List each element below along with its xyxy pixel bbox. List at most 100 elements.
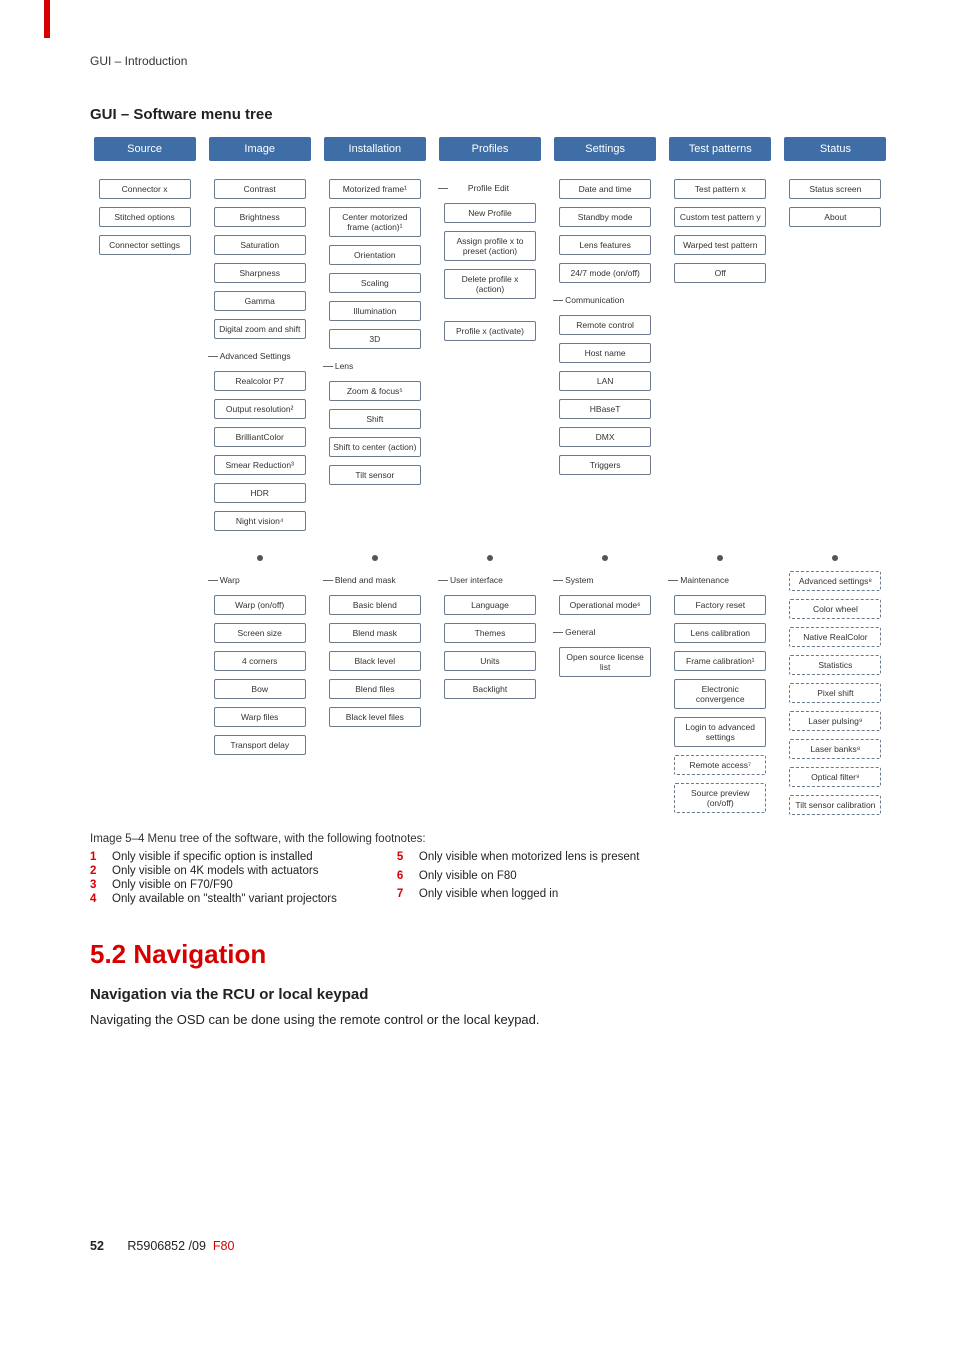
tree-node: Connector x bbox=[99, 179, 191, 199]
col-testpatterns-lower: Maintenance Factory reset Lens calibrati… bbox=[666, 549, 775, 823]
subgroup-label: Blend and mask bbox=[329, 571, 421, 591]
tree-node: BrilliantColor bbox=[214, 427, 306, 447]
footnote-number: 7 bbox=[397, 888, 413, 905]
tree-node: Native RealColor bbox=[789, 627, 881, 647]
model-name: F80 bbox=[213, 1239, 235, 1253]
page-footer: 52 R5906852 /09 F80 bbox=[90, 1239, 234, 1253]
section-title: GUI – Software menu tree bbox=[90, 106, 884, 123]
tree-node: Remote control bbox=[559, 315, 651, 335]
tree-node: Profile x (activate) bbox=[444, 321, 536, 341]
tree-node: Backlight bbox=[444, 679, 536, 699]
tree-node: Off bbox=[674, 263, 766, 283]
tree-node: 4 corners bbox=[214, 651, 306, 671]
footnote-text: Only visible on 4K models with actuators bbox=[112, 865, 337, 877]
tree-node: Smear Reduction³ bbox=[214, 455, 306, 475]
tree-node: Screen size bbox=[214, 623, 306, 643]
subgroup-label: Advanced settings⁸ bbox=[789, 571, 881, 591]
figure-caption: Image 5–4 Menu tree of the software, wit… bbox=[90, 833, 884, 845]
tree-node: Blend files bbox=[329, 679, 421, 699]
subgroup-label: Communication bbox=[559, 291, 651, 311]
tree-node: Status screen bbox=[789, 179, 881, 199]
subgroup-label: User interface bbox=[444, 571, 536, 591]
col-source: Connector x Stitched options Connector s… bbox=[90, 179, 199, 539]
tree-node: Blend mask bbox=[329, 623, 421, 643]
connector-dot-icon bbox=[257, 555, 263, 561]
tree-node: Brightness bbox=[214, 207, 306, 227]
tree-node: Source preview (on/off) bbox=[674, 783, 766, 813]
tree-node: Warp files bbox=[214, 707, 306, 727]
tree-node: Themes bbox=[444, 623, 536, 643]
col-installation: Motorized frame¹ Center motorized frame … bbox=[320, 179, 429, 539]
tree-node: Shift bbox=[329, 409, 421, 429]
footnote-number: 2 bbox=[90, 865, 106, 877]
footnote-text: Only visible on F80 bbox=[419, 870, 640, 887]
tree-node: Electronic convergence bbox=[674, 679, 766, 709]
footnote-number: 1 bbox=[90, 851, 106, 863]
top-status: Status bbox=[784, 137, 886, 161]
doc-id: R5906852 /09 bbox=[127, 1239, 206, 1253]
footnote-number: 6 bbox=[397, 870, 413, 887]
tree-node: About bbox=[789, 207, 881, 227]
tree-node: Warped test pattern bbox=[674, 235, 766, 255]
subheading-navigation: Navigation via the RCU or local keypad bbox=[90, 986, 884, 1003]
col-profiles-lower: User interface Language Themes Units Bac… bbox=[435, 549, 544, 823]
footnote-text: Only visible on F70/F90 bbox=[112, 879, 337, 891]
tree-node: Center motorized frame (action)¹ bbox=[329, 207, 421, 237]
connector-dot-icon bbox=[487, 555, 493, 561]
tree-node: Scaling bbox=[329, 273, 421, 293]
tree-node: Optical filter⁹ bbox=[789, 767, 881, 787]
tree-node: Units bbox=[444, 651, 536, 671]
tree-node: Lens calibration bbox=[674, 623, 766, 643]
paragraph: Navigating the OSD can be done using the… bbox=[90, 1011, 884, 1029]
running-head: GUI – Introduction bbox=[90, 54, 884, 68]
tree-node: Night vision⁴ bbox=[214, 511, 306, 531]
heading-navigation: 5.2 Navigation bbox=[90, 939, 884, 970]
tree-node: Statistics bbox=[789, 655, 881, 675]
subgroup-label: General bbox=[559, 623, 651, 643]
tree-node: Custom test pattern y bbox=[674, 207, 766, 227]
tree-node: Triggers bbox=[559, 455, 651, 475]
tree-node: 24/7 mode (on/off) bbox=[559, 263, 651, 283]
tree-node: Basic blend bbox=[329, 595, 421, 615]
page-number: 52 bbox=[90, 1239, 104, 1253]
tree-node: Tilt sensor bbox=[329, 465, 421, 485]
tree-node: Bow bbox=[214, 679, 306, 699]
col-settings-lower: System Operational mode⁶ General Open so… bbox=[551, 549, 660, 823]
top-source: Source bbox=[94, 137, 196, 161]
tree-node: Gamma bbox=[214, 291, 306, 311]
footnote-text: Only visible when logged in bbox=[419, 888, 640, 905]
subgroup-label: Advanced Settings bbox=[214, 347, 306, 367]
tree-node: Assign profile x to preset (action) bbox=[444, 231, 536, 261]
footnote-number: 4 bbox=[90, 893, 106, 905]
top-profiles: Profiles bbox=[439, 137, 541, 161]
tree-node: Laser banks⁸ bbox=[789, 739, 881, 759]
footnote-number: 5 bbox=[397, 851, 413, 868]
subgroup-label: Maintenance bbox=[674, 571, 766, 591]
connector-dot-icon bbox=[717, 555, 723, 561]
connector-dot-icon bbox=[372, 555, 378, 561]
col-status-lower: Advanced settings⁸ Color wheel Native Re… bbox=[781, 549, 890, 823]
tree-node: Connector settings bbox=[99, 235, 191, 255]
tree-node: LAN bbox=[559, 371, 651, 391]
footnotes: 1 Only visible if specific option is inst… bbox=[90, 851, 884, 905]
subgroup-label: Warp bbox=[214, 571, 306, 591]
tree-node: Remote access⁷ bbox=[674, 755, 766, 775]
top-image: Image bbox=[209, 137, 311, 161]
tree-node: Host name bbox=[559, 343, 651, 363]
top-row: Source Image Installation Profiles Setti… bbox=[90, 137, 890, 179]
connector-dot-icon bbox=[832, 555, 838, 561]
tree-node: Output resolution² bbox=[214, 399, 306, 419]
footnote-text: Only available on "stealth" variant proj… bbox=[112, 893, 337, 905]
footnote-number: 3 bbox=[90, 879, 106, 891]
tree-node: DMX bbox=[559, 427, 651, 447]
tree-node: Orientation bbox=[329, 245, 421, 265]
tree-node: Zoom & focus⁵ bbox=[329, 381, 421, 401]
tree-node: Black level bbox=[329, 651, 421, 671]
tree-node: Pixel shift bbox=[789, 683, 881, 703]
red-margin-tab bbox=[44, 0, 50, 38]
tree-node: 3D bbox=[329, 329, 421, 349]
footnote-text: Only visible if specific option is insta… bbox=[112, 851, 337, 863]
tree-node: HDR bbox=[214, 483, 306, 503]
top-installation: Installation bbox=[324, 137, 426, 161]
menu-tree: Source Image Installation Profiles Setti… bbox=[90, 137, 890, 823]
